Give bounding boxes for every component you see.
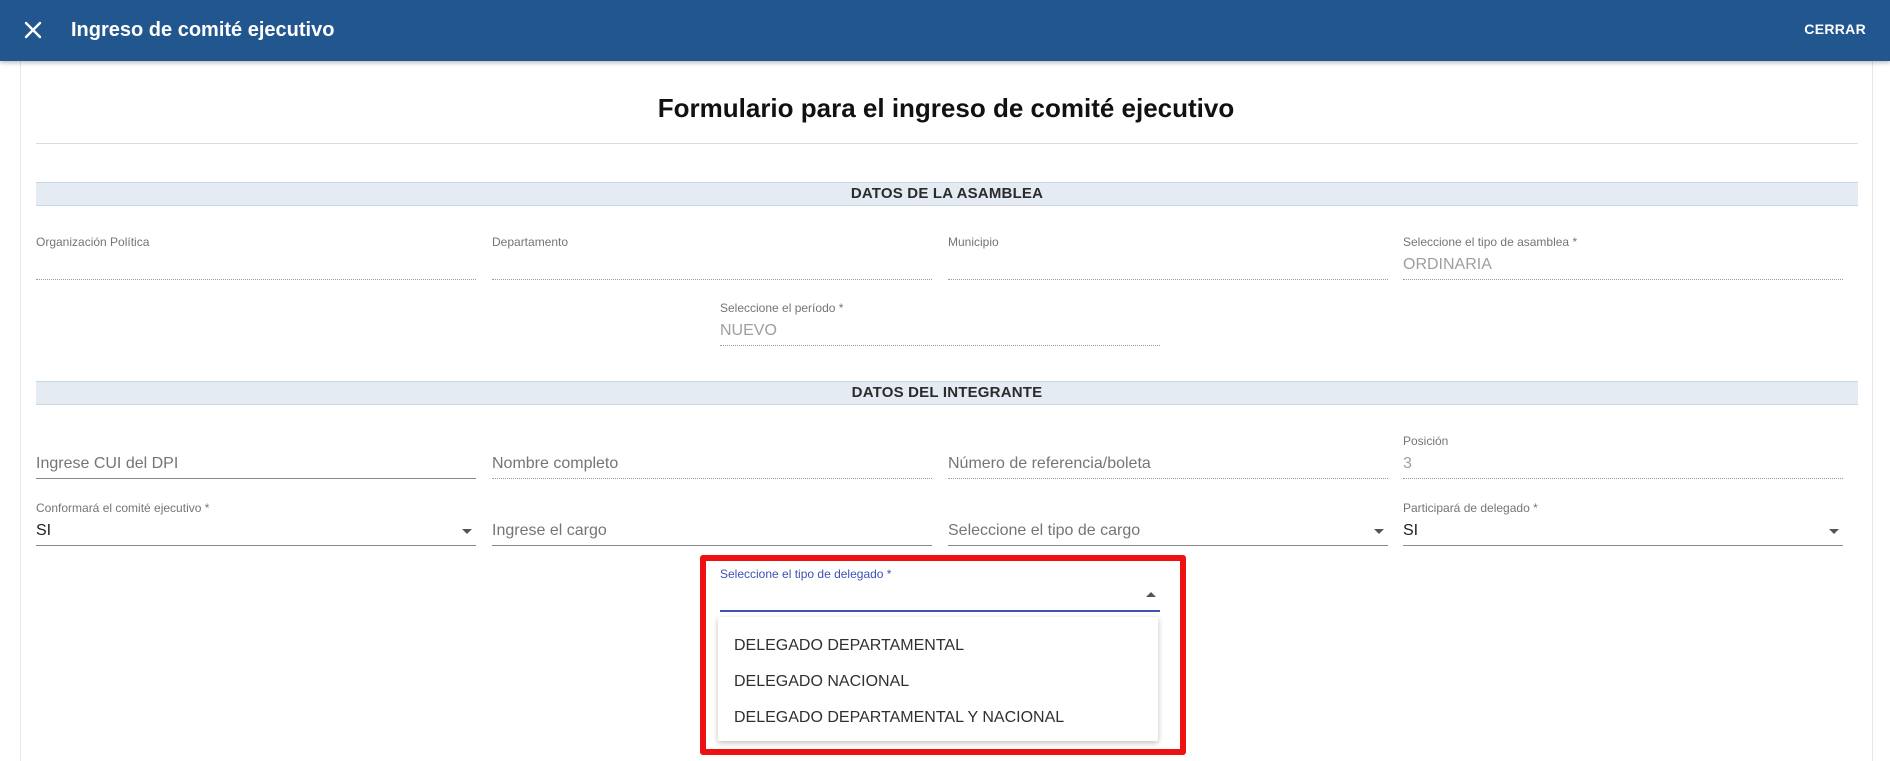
dialog-title: Ingreso de comité ejecutivo [71,19,335,41]
close-icon[interactable] [20,17,46,43]
posicion-underline [1403,478,1843,479]
section-header-asamblea: DATOS DE LA ASAMBLEA [36,182,1858,206]
tipo-cargo-select[interactable]: Seleccione el tipo de cargo [948,500,1388,554]
posicion-field[interactable]: Posición 3 [1403,433,1843,487]
periodo-value: NUEVO [720,322,777,339]
cargo-input[interactable]: Ingrese el cargo [492,500,932,554]
close-button[interactable]: CERRAR [1804,19,1866,39]
posicion-label: Posición [1403,434,1449,448]
posicion-value: 3 [1403,455,1412,472]
top-bar: Ingreso de comité ejecutivo CERRAR [0,0,1890,61]
tipo-cargo-underline [948,545,1388,546]
tipo-delegado-menu: DELEGADO DEPARTAMENTAL DELEGADO NACIONAL… [718,617,1158,741]
organizacion-underline [36,279,476,280]
conformara-select[interactable]: Conformará el comité ejecutivo * SI [36,500,476,554]
departamento-underline [492,279,932,280]
chevron-up-icon[interactable] [1146,592,1156,597]
municipio-underline [948,279,1388,280]
menu-option-delegado-nacional[interactable]: DELEGADO NACIONAL [718,664,1158,700]
tipo-delegado-label: Seleccione el tipo de delegado * [720,567,892,581]
tipo-asamblea-underline [1403,279,1843,280]
referencia-underline [948,478,1388,479]
periodo-label: Seleccione el período * [720,301,844,315]
section-header-integrante: DATOS DEL INTEGRANTE [36,381,1858,405]
referencia-input[interactable]: Número de referencia/boleta [948,433,1388,487]
form-title: Formulario para el ingreso de comité eje… [657,93,1235,123]
conformara-underline [36,545,476,546]
cui-placeholder: Ingrese CUI del DPI [36,455,179,472]
tipo-asamblea-value: ORDINARIA [1403,256,1492,273]
tipo-asamblea-label: Seleccione el tipo de asamblea * [1403,235,1578,249]
organizacion-field[interactable]: Organización Política [36,234,476,288]
title-divider [36,143,1858,144]
nombre-underline [492,478,932,479]
cargo-underline [492,545,932,546]
tipo-cargo-placeholder: Seleccione el tipo de cargo [948,522,1141,539]
cui-underline [36,478,476,479]
tipo-asamblea-field[interactable]: Seleccione el tipo de asamblea * ORDINAR… [1403,234,1843,288]
departamento-label: Departamento [492,235,569,249]
tipo-delegado-select[interactable]: Seleccione el tipo de delegado * [720,566,1160,620]
cui-input[interactable]: Ingrese CUI del DPI [36,433,476,487]
conformara-label: Conformará el comité ejecutivo * [36,501,210,515]
chevron-down-icon[interactable] [462,529,472,534]
participara-underline [1403,545,1843,546]
municipio-field[interactable]: Municipio [948,234,1388,288]
conformara-value: SI [36,522,52,539]
menu-option-delegado-departamental[interactable]: DELEGADO DEPARTAMENTAL [718,628,1158,664]
participara-label: Participará de delegado * [1403,501,1538,515]
municipio-label: Municipio [948,235,999,249]
periodo-field[interactable]: Seleccione el período * NUEVO [720,300,1160,354]
menu-option-delegado-departamental-y-nacional[interactable]: DELEGADO DEPARTAMENTAL Y NACIONAL [718,700,1158,736]
tipo-delegado-underline [720,610,1160,612]
cargo-placeholder: Ingrese el cargo [492,522,607,539]
organizacion-label: Organización Política [36,235,150,249]
chevron-down-icon[interactable] [1374,529,1384,534]
participara-value: SI [1403,522,1419,539]
periodo-underline [720,345,1160,346]
participara-select[interactable]: Participará de delegado * SI [1403,500,1843,554]
referencia-placeholder: Número de referencia/boleta [948,455,1151,472]
departamento-field[interactable]: Departamento [492,234,932,288]
chevron-down-icon[interactable] [1829,529,1839,534]
nombre-placeholder: Nombre completo [492,455,619,472]
nombre-input[interactable]: Nombre completo [492,433,932,487]
